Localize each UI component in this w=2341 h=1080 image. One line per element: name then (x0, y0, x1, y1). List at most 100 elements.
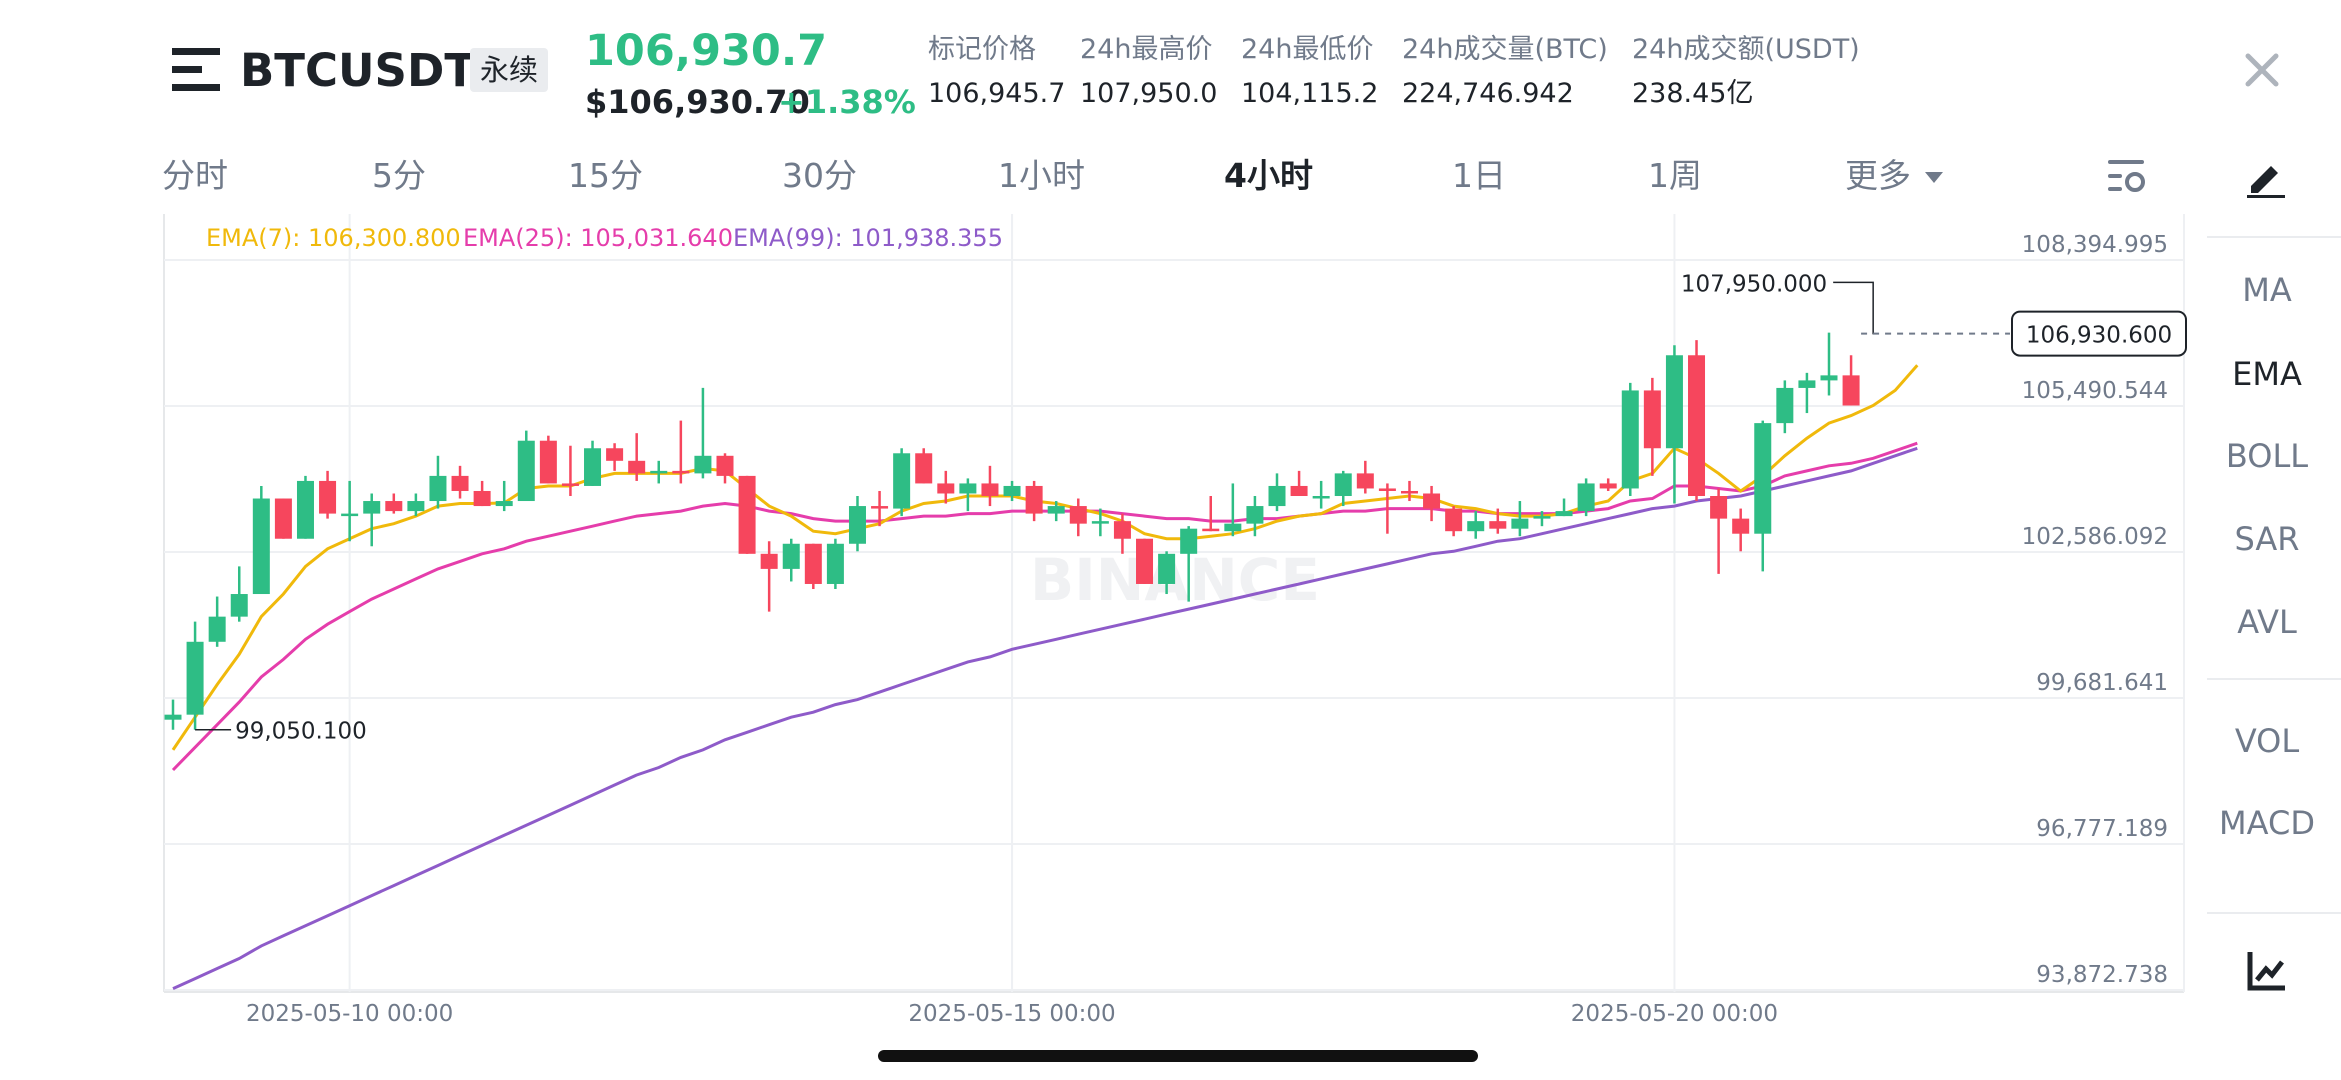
tab-1w[interactable]: 1周 (1648, 152, 1702, 200)
candle-down (1688, 355, 1706, 497)
tab-15m[interactable]: 15分 (568, 152, 643, 200)
legend-ema7-value: 106,300.800 (308, 224, 461, 252)
max-price-leader (1833, 281, 1874, 335)
candle-up (1820, 375, 1838, 381)
indicator-avl[interactable]: AVL (2205, 600, 2329, 644)
close-icon[interactable] (2240, 48, 2284, 92)
line-chart-icon[interactable] (2247, 950, 2287, 992)
candle-down (1202, 528, 1220, 532)
stat-label: 标记价格 (928, 34, 1036, 65)
candle-up (1798, 380, 1816, 388)
candle-down (804, 543, 822, 584)
candle-down (274, 498, 292, 539)
stat-value: 224,746.942 (1402, 78, 1574, 109)
candle-up (495, 501, 513, 507)
chevron-down-icon (1925, 172, 1943, 183)
candle-up (959, 483, 977, 494)
stat-24h-low: 24h最低价 104,115.2 (1241, 32, 1378, 112)
current-price-label: 106,930.600 (2026, 323, 2172, 349)
home-indicator (878, 1050, 1478, 1062)
candle-down (1423, 493, 1441, 509)
legend-ema25: EMA(25): 105,031.640 (463, 223, 733, 253)
candle-down (1710, 496, 1728, 519)
stat-value: 104,115.2 (1241, 78, 1379, 109)
usd-price: $106,930.70 (585, 83, 810, 121)
candle-down (760, 553, 778, 569)
ema7-line (171, 364, 1919, 751)
candle-down (1445, 508, 1463, 532)
panel-divider (2207, 912, 2341, 914)
candle-up (1268, 485, 1286, 507)
candle-down (1356, 473, 1374, 489)
indicator-sar[interactable]: SAR (2205, 517, 2329, 561)
stat-label: 24h最低价 (1241, 34, 1374, 65)
pencil-icon[interactable] (2247, 158, 2285, 198)
panel-divider (2207, 236, 2341, 238)
candle-down (1599, 483, 1617, 489)
legend-ema99-sep: : (834, 224, 851, 252)
max-price-label: 107,950.000 (1681, 271, 1827, 297)
legend-ema7: EMA(7): 106,300.800 (206, 223, 461, 253)
candle-up (208, 616, 226, 642)
x-tick-label: 2025-05-15 00:00 (908, 1001, 1115, 1027)
change-percent: +1.38% (778, 83, 916, 121)
candle-up (407, 501, 425, 512)
candle-up (1665, 355, 1683, 449)
tab-1h[interactable]: 1小时 (998, 152, 1085, 200)
indicator-ma[interactable]: MA (2205, 268, 2329, 312)
tab-more[interactable]: 更多 (1845, 152, 1943, 200)
candle-down (1113, 521, 1131, 539)
contract-type-badge: 永续 (470, 48, 549, 92)
candle-down (628, 460, 646, 474)
candle-up (1312, 496, 1330, 499)
candle-up (363, 501, 381, 514)
symbol-title[interactable]: BTCUSDT (240, 42, 475, 100)
legend-ema25-name: EMA(25) (463, 224, 565, 252)
candle-down (1378, 488, 1396, 491)
menu-icon[interactable] (172, 48, 220, 92)
candle-down (937, 483, 955, 494)
candle-down (473, 490, 491, 507)
candle-down (1489, 521, 1507, 529)
tab-1d[interactable]: 1日 (1452, 152, 1506, 200)
candlestick-chart[interactable]: 108,394.995 105,490.544 102,586.092 99,681.… (0, 0, 2341, 1080)
candle-down (915, 453, 933, 484)
candle-up (341, 513, 359, 517)
indicator-ema[interactable]: EMA (2205, 352, 2329, 396)
stat-label: 24h成交量(BTC) (1402, 34, 1608, 65)
candle-up (429, 475, 447, 502)
indicator-boll[interactable]: BOLL (2205, 434, 2329, 478)
y-tick-label: 108,394.995 (2022, 232, 2168, 258)
stat-label: 24h成交额(USDT) (1632, 34, 1860, 65)
candle-down (981, 483, 999, 497)
candle-down (738, 475, 756, 554)
candle-up (1577, 483, 1595, 512)
tab-time-sharing[interactable]: 分时 (162, 152, 228, 200)
candle-down (1400, 490, 1418, 494)
chart-settings-icon[interactable] (2108, 158, 2146, 194)
candle-up (1776, 387, 1794, 424)
candle-up (848, 506, 866, 544)
stat-value: 106,945.7 (928, 78, 1066, 109)
stat-mark-price: 标记价格 106,945.7 (928, 32, 1065, 112)
candle-down (716, 455, 734, 476)
tab-30m[interactable]: 30分 (782, 152, 857, 200)
candle-down (1643, 390, 1661, 449)
indicator-vol[interactable]: VOL (2205, 719, 2329, 763)
candle-down (319, 480, 337, 514)
candle-up (164, 714, 182, 720)
candle-down (1290, 485, 1308, 497)
candle-up (1555, 511, 1573, 517)
candle-up (782, 543, 800, 569)
y-tick-label: 93,872.738 (2036, 962, 2168, 988)
candle-up (694, 455, 712, 474)
candle-up (296, 480, 314, 539)
tab-4h[interactable]: 4小时 (1224, 152, 1313, 200)
indicator-macd[interactable]: MACD (2205, 801, 2329, 845)
legend-ema7-sep: : (292, 224, 309, 252)
candle-down (385, 501, 403, 512)
tab-5m[interactable]: 5分 (372, 152, 426, 200)
stat-24h-turnover-usdt: 24h成交额(USDT) 238.45亿 (1632, 32, 1860, 112)
tab-more-label: 更多 (1845, 156, 1911, 195)
candle-up (584, 448, 602, 486)
